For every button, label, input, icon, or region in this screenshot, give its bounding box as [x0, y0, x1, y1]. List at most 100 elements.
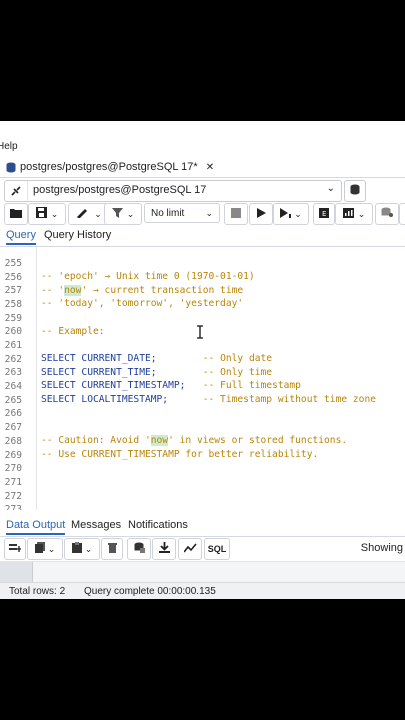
explain-analyze-button[interactable]: ⌄	[335, 203, 373, 225]
sql-editor[interactable]: 255 -- 'epoch' → Unix time 0 (1970-01-01…	[0, 247, 405, 510]
editor-line: 261 SELECT CURRENT_DATE; -- Only date	[0, 326, 272, 364]
play-icon	[256, 207, 266, 221]
chevron-down-icon: ⌄	[326, 183, 335, 194]
query-tab[interactable]: postgres/postgres@PostgreSQL 17* ✕	[0, 157, 214, 177]
execute-script-button[interactable]: ⌄	[273, 203, 309, 225]
folder-icon	[10, 208, 22, 221]
close-icon[interactable]: ✕	[206, 162, 214, 173]
editor-line: 258	[0, 285, 35, 310]
editor-line: 264 SELECT LOCALTIMESTAMP; -- Timestamp …	[0, 367, 376, 405]
paste-button[interactable]: ⌄	[64, 538, 100, 560]
filter-icon	[111, 207, 123, 221]
commit-button[interactable]	[375, 203, 399, 225]
chevron-down-icon: ⌄	[357, 208, 366, 219]
query-tool-icon	[6, 162, 16, 173]
showing-label: Showing	[360, 542, 403, 554]
database-settings-icon	[381, 207, 393, 221]
download-button[interactable]	[152, 538, 176, 560]
tab-notifications[interactable]: Notifications	[128, 519, 188, 531]
editor-line: 268 -- Use CURRENT_TIMESTAMP for better …	[0, 422, 319, 460]
editor-line: 270	[0, 449, 35, 474]
menu-bar: Help	[0, 121, 405, 157]
editor-line: 257 -- 'today', 'tomorrow', 'yesterday'	[0, 271, 244, 309]
line-chart-icon	[182, 542, 197, 556]
add-row-button[interactable]	[4, 538, 26, 560]
svg-text:E: E	[322, 210, 326, 218]
line-number: 273	[4, 504, 22, 510]
status-bar: Total rows: 2 Query complete 00:00:00.13…	[0, 582, 405, 599]
download-icon	[158, 542, 170, 556]
stop-icon	[231, 207, 241, 221]
tab-query[interactable]: Query	[6, 229, 36, 245]
sql-button[interactable]: SQL	[204, 538, 230, 560]
code-text: SELECT CURRENT_DATE; -- Only date	[41, 353, 273, 364]
tab-data-output[interactable]: Data Output	[6, 519, 66, 535]
paste-icon	[71, 542, 82, 556]
chevron-down-icon: ⌄	[50, 208, 59, 219]
editor-line: 255 -- 'epoch' → Unix time 0 (1970-01-01…	[0, 247, 255, 282]
editor-line: 263 SELECT CURRENT_TIMESTAMP; -- Full ti…	[0, 353, 301, 391]
pgadmin-window: Help postgres/postgres@PostgreSQL 17* ✕ …	[0, 121, 405, 599]
grid-corner-cell[interactable]	[0, 562, 33, 582]
add-row-icon	[9, 543, 21, 556]
editor-line: 256 -- 'now' → current transaction time	[0, 258, 243, 296]
open-file-button[interactable]	[4, 203, 28, 225]
search-highlight: now	[64, 285, 82, 296]
editor-line: 259 -- Example:	[0, 299, 105, 337]
menu-help[interactable]: Help	[0, 141, 18, 152]
delete-button[interactable]	[101, 538, 123, 560]
mouse-cursor-icon	[196, 325, 204, 339]
save-button[interactable]: ⌄	[28, 203, 66, 225]
save-data-button[interactable]	[127, 538, 151, 560]
tab-query-history[interactable]: Query History	[44, 229, 111, 241]
code-text: -- Use CURRENT_TIMESTAMP for better reli…	[41, 449, 319, 460]
connection-status-icon	[5, 181, 28, 201]
chart-icon	[342, 207, 354, 221]
code-text: -- 'now' → current transaction time	[41, 285, 244, 296]
editor-line: 271	[0, 463, 35, 488]
explain-button[interactable]: E	[313, 203, 335, 225]
code-text: -- 'today', 'tomorrow', 'yesterday'	[41, 298, 244, 309]
stop-button[interactable]	[224, 203, 248, 225]
chevron-down-icon: ⌄	[84, 543, 93, 554]
query-tab-title: postgres/postgres@PostgreSQL 17*	[20, 161, 198, 173]
editor-line: 272	[0, 477, 35, 502]
results-grid	[0, 561, 405, 582]
copy-button[interactable]: ⌄	[27, 538, 63, 560]
code-text: -- Example:	[41, 326, 105, 337]
database-button[interactable]	[344, 180, 366, 202]
chevron-down-icon: ⌄	[294, 208, 302, 219]
editor-line: 265	[0, 381, 35, 406]
database-save-icon	[134, 542, 145, 556]
editor-line: 269	[0, 436, 35, 461]
code-text: SELECT CURRENT_TIMESTAMP; -- Full timest…	[41, 380, 301, 391]
results-panel-tabs: Data Output Messages Notifications	[0, 516, 405, 537]
connection-label: postgres/postgres@PostgreSQL 17	[33, 184, 207, 196]
sql-icon: SQL	[207, 544, 227, 554]
save-icon	[35, 207, 47, 221]
editor-line: 273	[0, 490, 35, 510]
filter-button[interactable]: ⌄	[104, 203, 142, 225]
connection-select[interactable]: postgres/postgres@PostgreSQL 17 ⌄	[4, 180, 342, 202]
total-rows: Total rows: 2	[9, 586, 66, 597]
code-text: -- Caution: Avoid 'now' in views or stor…	[41, 435, 348, 446]
chevron-down-icon: ⌄	[126, 208, 135, 219]
tab-messages[interactable]: Messages	[71, 519, 121, 531]
query-tab-strip: postgres/postgres@PostgreSQL 17* ✕	[0, 157, 405, 178]
database-icon	[350, 182, 360, 200]
graph-visualiser-button[interactable]	[178, 538, 202, 560]
code-text: SELECT LOCALTIMESTAMP; -- Timestamp with…	[41, 394, 377, 405]
chevron-down-icon: ⌄	[205, 207, 213, 218]
copy-icon	[34, 542, 45, 556]
explain-icon: E	[319, 207, 329, 221]
execute-button[interactable]	[249, 203, 273, 225]
search-highlight: now	[150, 435, 169, 446]
more-toolbar-button[interactable]	[399, 203, 405, 225]
results-toolbar: ⌄ ⌄ SQL Showing	[0, 538, 405, 560]
code-text: SELECT CURRENT_TIME; -- Only time	[41, 367, 273, 378]
code-text: -- 'epoch' → Unix time 0 (1970-01-01)	[41, 271, 255, 282]
query-panel-tabs: Query Query History	[0, 226, 405, 247]
limit-select[interactable]: No limit ⌄	[144, 203, 220, 223]
trash-icon	[107, 542, 117, 556]
pencil-icon	[76, 208, 90, 221]
